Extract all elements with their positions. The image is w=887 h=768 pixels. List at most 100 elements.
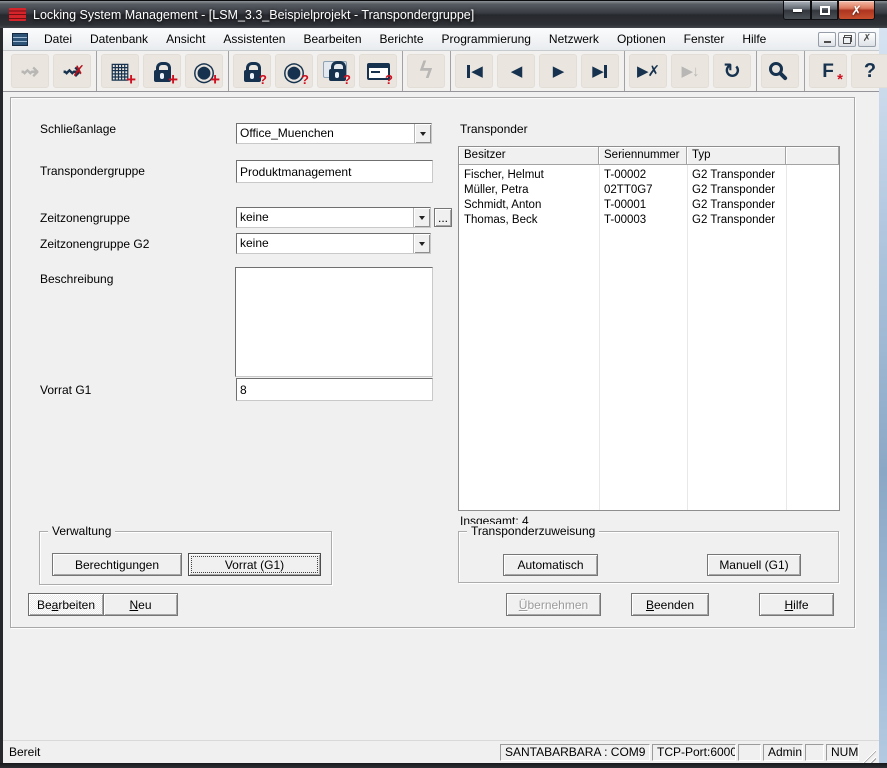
table-row[interactable]: Thomas, BeckT-00003G2 Transponder: [459, 212, 839, 227]
beschreibung-label: Beschreibung: [40, 272, 113, 286]
new-locking-system-button[interactable]: ▦+: [101, 54, 139, 88]
mdi-minimize-button[interactable]: [818, 32, 836, 47]
zeitzonengruppe-g2-label: Zeitzonengruppe G2: [40, 237, 149, 251]
mdi-close-icon: ✗: [863, 34, 871, 44]
menu-item-ansicht[interactable]: Ansicht: [157, 28, 214, 50]
status-user: Admin: [763, 744, 803, 761]
menu-item-berichte[interactable]: Berichte: [371, 28, 433, 50]
window-title: Locking System Management - [LSM_3.3_Bei…: [33, 8, 474, 22]
manuell-g1-button[interactable]: Manuell (G1): [707, 554, 801, 576]
minimize-button[interactable]: [783, 1, 811, 20]
beenden-button[interactable]: Beenden: [631, 593, 709, 616]
help-icon: ?: [864, 61, 876, 81]
table-row[interactable]: Müller, Petra02TT0G7G2 Transponder: [459, 182, 839, 197]
table-row[interactable]: Schmidt, AntonT-00001G2 Transponder: [459, 197, 839, 212]
vorrat-g1-label: Vorrat G1: [40, 383, 91, 397]
berechtigungen-button[interactable]: Berechtigungen: [52, 553, 182, 576]
document-icon[interactable]: [12, 33, 28, 46]
table-cell: T-00002: [599, 169, 687, 181]
refresh-icon: ↻: [723, 61, 741, 82]
column-header-typ[interactable]: Typ: [687, 147, 786, 164]
zeitzonengruppe-g2-select[interactable]: keine: [236, 233, 431, 254]
toolbar-separator: [402, 51, 403, 91]
help-button[interactable]: ?: [851, 54, 887, 88]
dropdown-arrow-icon[interactable]: [413, 234, 430, 253]
zeitzonengruppe-label: Zeitzonengruppe: [40, 211, 130, 225]
beschreibung-textarea[interactable]: [235, 267, 433, 377]
status-message: Bereit: [9, 745, 40, 759]
dropdown-arrow-icon[interactable]: [414, 124, 431, 143]
automatisch-button[interactable]: Automatisch: [503, 554, 598, 576]
menu-item-hilfe[interactable]: Hilfe: [733, 28, 775, 50]
dropdown-arrow-icon[interactable]: [413, 208, 430, 227]
menu-items: DateiDatenbankAnsichtAssistentenBearbeit…: [35, 28, 775, 50]
maximize-button[interactable]: [811, 1, 838, 20]
read-unknown-transponder-icon: ?: [385, 73, 393, 86]
toolbar: ⇝⇝✗▦++◉+?◉???ϟ◀◀▶▶▶✗▶↓↻F*?: [3, 51, 879, 92]
disconnect-button[interactable]: ⇝✗: [53, 54, 91, 88]
search-button[interactable]: [761, 54, 799, 88]
column-header-blank[interactable]: [786, 147, 839, 164]
menu-item-optionen[interactable]: Optionen: [608, 28, 675, 50]
first-record-button[interactable]: ◀: [455, 54, 493, 88]
mdi-restore-icon: [843, 35, 852, 44]
column-header-seriennummer[interactable]: Seriennummer: [599, 147, 687, 164]
refresh-button[interactable]: ↻: [713, 54, 751, 88]
goto-record-icon: ▶↓: [681, 64, 698, 79]
table-cell: Fischer, Helmut: [459, 169, 599, 181]
table-row[interactable]: Fischer, HelmutT-00002G2 Transponder: [459, 167, 839, 182]
read-transponder-icon: ?: [301, 73, 309, 86]
connect-button: ⇝: [11, 54, 49, 88]
vorrat-g1-input[interactable]: 8: [236, 378, 433, 401]
menu-item-programmierung[interactable]: Programmierung: [433, 28, 540, 50]
schliessanlage-select[interactable]: Office_Muenchen: [236, 123, 432, 144]
table-cell: T-00001: [599, 199, 687, 211]
new-transponder-icon: +: [210, 71, 220, 88]
last-record-button[interactable]: ▶: [581, 54, 619, 88]
new-lock-button[interactable]: +: [143, 54, 181, 88]
mdi-close-button[interactable]: ✗: [858, 32, 876, 47]
next-record-button[interactable]: ▶: [539, 54, 577, 88]
remove-filter-button[interactable]: ▶✗: [629, 54, 667, 88]
program-icon: ϟ: [420, 59, 433, 83]
vorrat-g1-button[interactable]: Vorrat (G1): [188, 553, 321, 576]
bearbeiten-button[interactable]: Bearbeiten: [28, 593, 104, 616]
table-cell: 02TT0G7: [599, 184, 687, 196]
column-header-besitzer[interactable]: Besitzer: [459, 147, 599, 164]
read-lock-button[interactable]: ?: [233, 54, 271, 88]
read-mifare-button[interactable]: ?: [317, 54, 355, 88]
resize-grip[interactable]: [862, 749, 876, 763]
status-tcp-port: TCP-Port:6000: [652, 744, 736, 761]
new-locking-system-icon: +: [126, 71, 136, 88]
mdi-restore-button[interactable]: [838, 32, 856, 47]
read-mifare-icon: ?: [343, 73, 351, 86]
status-panel: [805, 744, 824, 761]
menu-item-netzwerk[interactable]: Netzwerk: [540, 28, 608, 50]
zeitzonengruppe-select[interactable]: keine: [236, 207, 431, 228]
neu-button[interactable]: Neu: [103, 593, 178, 616]
read-unknown-transponder-button[interactable]: ?: [359, 54, 397, 88]
filter-settings-icon: *: [837, 72, 843, 87]
menu-item-datenbank[interactable]: Datenbank: [81, 28, 157, 50]
table-cell: Müller, Petra: [459, 184, 599, 196]
zeitzonengruppe-g2-value: keine: [237, 234, 413, 253]
filter-settings-button[interactable]: F*: [809, 54, 847, 88]
table-cell: G2 Transponder: [687, 199, 786, 211]
menu-item-bearbeiten[interactable]: Bearbeiten: [294, 28, 370, 50]
menu-item-fenster[interactable]: Fenster: [675, 28, 734, 50]
verwaltung-legend: Verwaltung: [48, 524, 115, 538]
title-bar[interactable]: Locking System Management - [LSM_3.3_Bei…: [0, 0, 887, 28]
read-transponder-button[interactable]: ◉?: [275, 54, 313, 88]
hilfe-button[interactable]: Hilfe: [759, 593, 834, 616]
status-panel: [738, 744, 761, 761]
new-transponder-button[interactable]: ◉+: [185, 54, 223, 88]
menu-item-assistenten[interactable]: Assistenten: [214, 28, 294, 50]
app-icon: [9, 8, 26, 21]
zeitzonengruppe-browse-button[interactable]: ...: [434, 208, 452, 227]
close-button[interactable]: ✗: [838, 1, 875, 20]
transpondergruppe-input[interactable]: Produktmanagement: [236, 160, 433, 183]
menu-item-datei[interactable]: Datei: [35, 28, 81, 50]
last-record-icon: ▶: [592, 64, 603, 79]
previous-record-button[interactable]: ◀: [497, 54, 535, 88]
chevron-down-icon: [419, 216, 425, 220]
